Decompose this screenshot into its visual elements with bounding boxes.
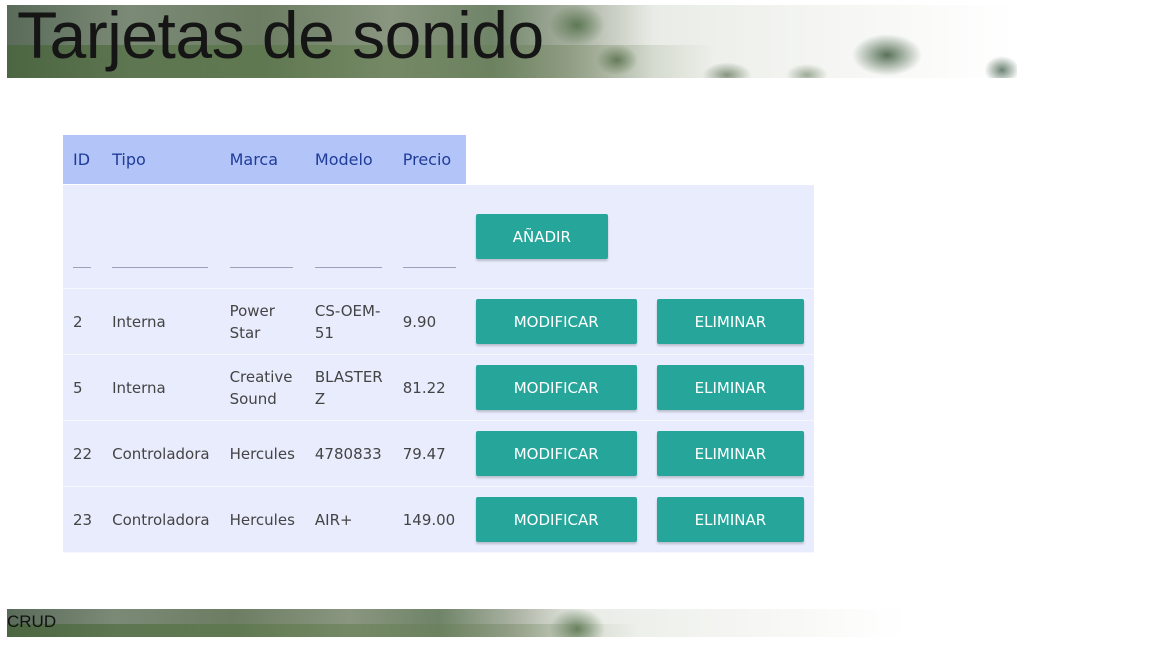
cell-marca: Hercules [219,486,305,553]
delete-cell: ELIMINAR [646,420,815,487]
add-button[interactable]: AÑADIR [475,214,608,259]
cell-tipo: Interna [102,288,220,355]
tipo-input[interactable] [112,245,209,268]
modify-button[interactable]: MODIFICAR [475,299,637,344]
cell-precio: 9.90 [392,288,466,355]
cell-modelo: 4780833 [304,420,393,487]
table-row: 22 Controladora Hercules 4780833 79.47 M… [63,420,815,487]
modify-cell: MODIFICAR [465,486,647,553]
delete-cell: ELIMINAR [646,486,815,553]
table-row: 23 Controladora Hercules AIR+ 149.00 MOD… [63,486,815,553]
cell-marca: Creative Sound [219,354,305,421]
cell-tipo: Controladora [102,486,220,553]
marca-input[interactable] [229,245,293,268]
column-header-marca: Marca [219,135,305,185]
modify-cell: MODIFICAR [465,288,647,355]
table-header-row: ID Tipo Marca Modelo Precio [63,135,815,185]
column-header-tipo: Tipo [102,135,220,185]
add-empty-cell [646,184,815,289]
cell-modelo: CS-OEM-51 [304,288,393,355]
column-header-actions-1 [465,135,647,185]
column-header-actions-2 [646,135,815,185]
modify-button[interactable]: MODIFICAR [475,431,637,476]
cell-marca: Hercules [219,420,305,487]
add-precio-cell [392,184,466,289]
modify-button[interactable]: MODIFICAR [475,365,637,410]
cell-modelo: AIR+ [304,486,393,553]
cell-precio: 79.47 [392,420,466,487]
id-input[interactable] [73,245,91,268]
add-tipo-cell [102,184,220,289]
modify-cell: MODIFICAR [465,354,647,421]
add-modelo-cell [304,184,393,289]
cell-modelo: BLASTER Z [304,354,393,421]
footer-banner: CRUD [7,609,907,637]
add-action-cell: AÑADIR [465,184,647,289]
column-header-modelo: Modelo [304,135,393,185]
cell-id: 23 [63,486,103,553]
delete-cell: ELIMINAR [646,288,815,355]
delete-button[interactable]: ELIMINAR [656,497,805,542]
cell-id: 5 [63,354,103,421]
cell-precio: 81.22 [392,354,466,421]
table-row: 5 Interna Creative Sound BLASTER Z 81.22… [63,354,815,421]
column-header-id: ID [63,135,103,185]
page-title: Tarjetas de sonido [17,5,544,72]
delete-button[interactable]: ELIMINAR [656,299,805,344]
add-id-cell [63,184,103,289]
column-header-precio: Precio [392,135,466,185]
cell-precio: 149.00 [392,486,466,553]
cell-marca: Power Star [219,288,305,355]
add-row: AÑADIR [63,184,815,289]
cell-tipo: Controladora [102,420,220,487]
add-marca-cell [219,184,305,289]
footer-label: CRUD [7,612,57,631]
cell-id: 2 [63,288,103,355]
modelo-input[interactable] [314,245,382,268]
precio-input[interactable] [402,245,456,268]
table-row: 2 Interna Power Star CS-OEM-51 9.90 MODI… [63,288,815,355]
modify-button[interactable]: MODIFICAR [475,497,637,542]
delete-button[interactable]: ELIMINAR [656,365,805,410]
header-banner: Tarjetas de sonido [7,5,1017,78]
modify-cell: MODIFICAR [465,420,647,487]
sound-cards-table: ID Tipo Marca Modelo Precio AÑADIR 2 Int… [63,135,815,553]
delete-cell: ELIMINAR [646,354,815,421]
cell-tipo: Interna [102,354,220,421]
cell-id: 22 [63,420,103,487]
delete-button[interactable]: ELIMINAR [656,431,805,476]
